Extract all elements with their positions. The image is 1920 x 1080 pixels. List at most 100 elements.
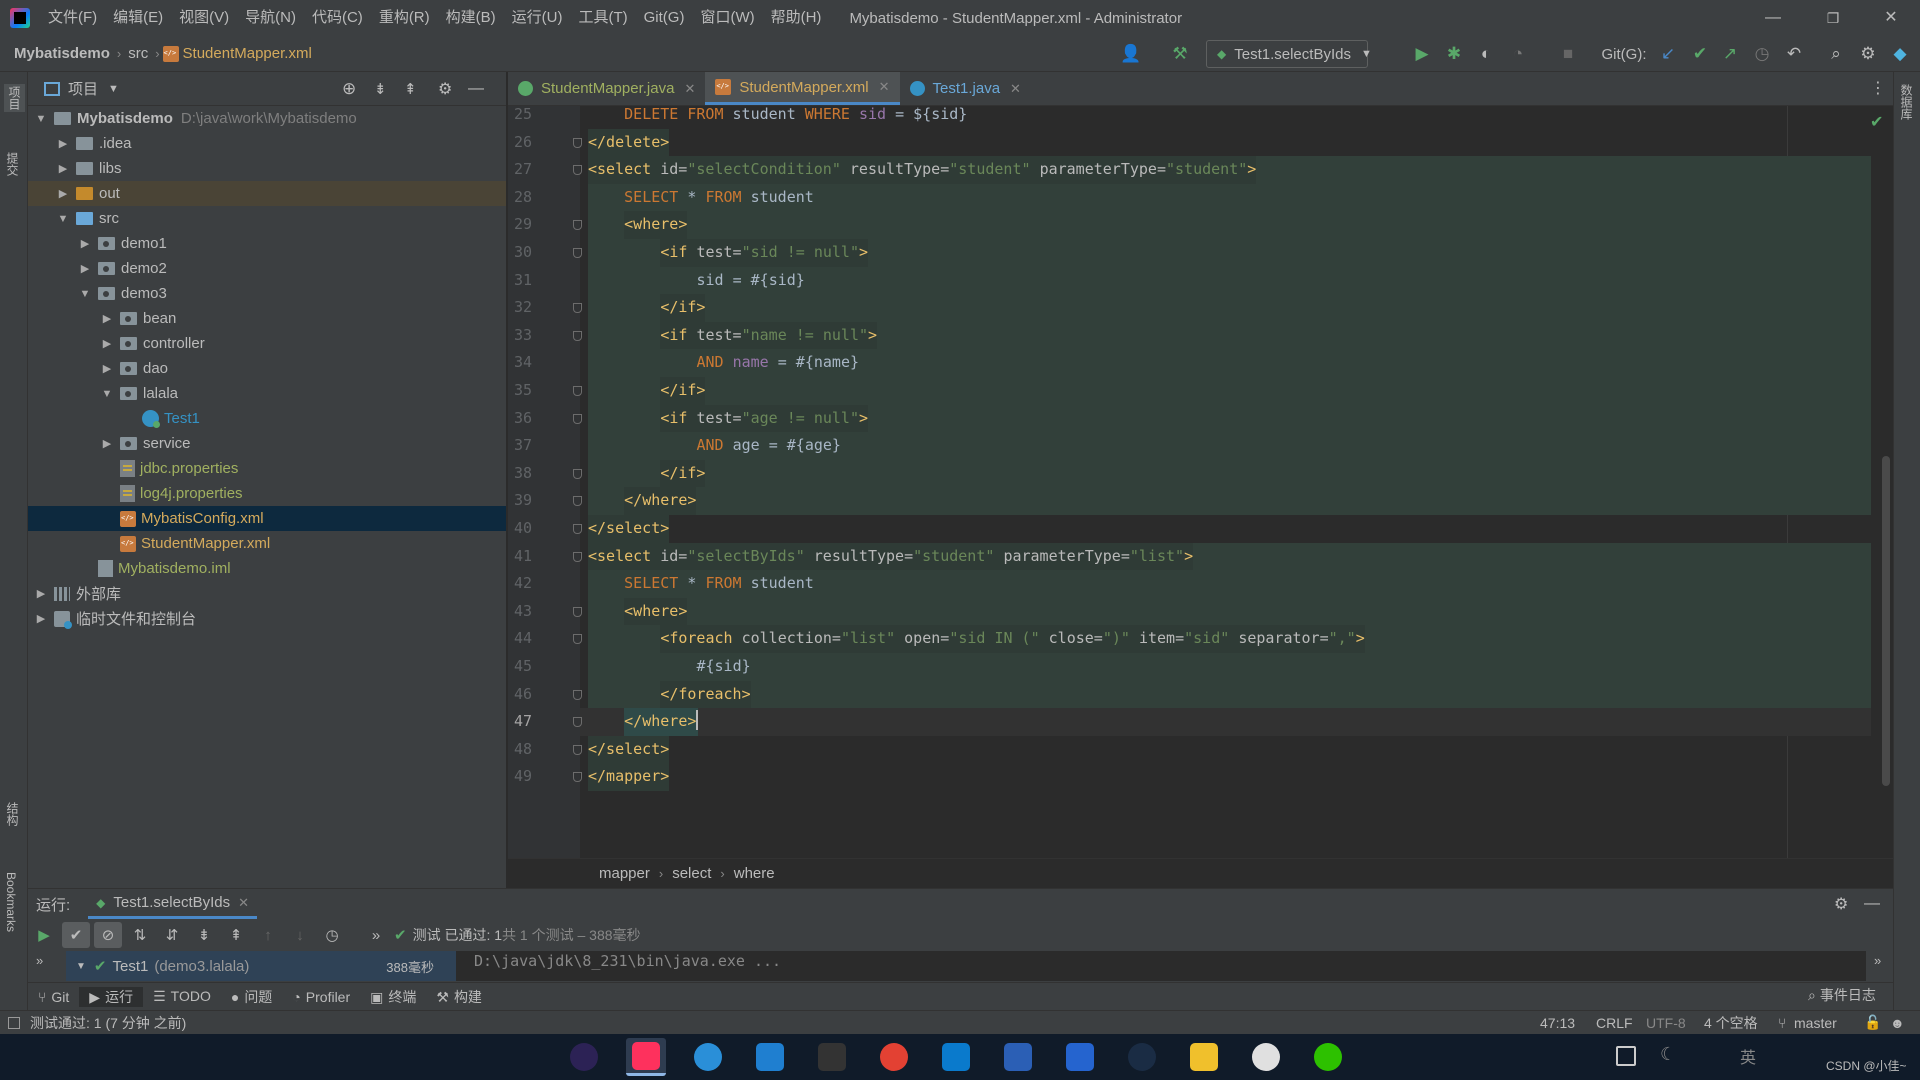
file-encoding[interactable]: UTF-8: [1646, 1015, 1686, 1031]
tool-tab[interactable]: ⑂ Git: [28, 989, 79, 1005]
user-icon[interactable]: 👤: [1116, 42, 1146, 66]
git-update-icon[interactable]: ↙: [1656, 42, 1680, 66]
intellij-icon[interactable]: [626, 1038, 666, 1076]
prev-test-icon[interactable]: ↑: [254, 922, 282, 948]
terminal-icon[interactable]: [812, 1038, 852, 1076]
code-line[interactable]: 28 SELECT * FROM student: [508, 183, 1893, 212]
menu-item-5[interactable]: 重构(R): [371, 0, 438, 36]
run-settings-icon[interactable]: ⚙: [1834, 894, 1848, 914]
code-line[interactable]: 26 </delete>: [508, 128, 1893, 157]
code-line[interactable]: 43 <where>: [508, 597, 1893, 626]
fold-marker-icon[interactable]: [573, 496, 582, 507]
code-line[interactable]: 37 AND age = #{age}: [508, 432, 1893, 460]
profile-icon[interactable]: ◔: [1506, 42, 1530, 66]
ime-icon[interactable]: 英: [1740, 1044, 1756, 1068]
menu-item-0[interactable]: 文件(F): [40, 0, 105, 36]
fold-marker-icon[interactable]: [573, 303, 582, 314]
steam-icon[interactable]: [1122, 1038, 1162, 1076]
code-line[interactable]: 45 #{sid}: [508, 653, 1893, 681]
close-tab-icon[interactable]: ✕: [879, 79, 890, 95]
git-commit-icon[interactable]: ✔: [1688, 42, 1712, 66]
fold-marker-icon[interactable]: [573, 689, 582, 700]
tree-item[interactable]: ▶ demo2: [28, 256, 506, 281]
chevron-right-icon[interactable]: ▶: [100, 362, 114, 375]
git-branch[interactable]: master: [1794, 1015, 1837, 1031]
code-line[interactable]: 47 </where>: [508, 708, 1893, 736]
sort-duration-icon[interactable]: ⇵: [158, 922, 186, 948]
history-icon[interactable]: ◷: [1750, 42, 1774, 66]
search-icon[interactable]: ⌕: [1824, 42, 1848, 66]
code-line[interactable]: 48 </select>: [508, 735, 1893, 764]
menu-item-4[interactable]: 代码(C): [304, 0, 371, 36]
run-config-selector[interactable]: ◆ Test1.selectByIds ▼: [1206, 40, 1372, 68]
tool-tab[interactable]: ◔ Profiler: [282, 989, 360, 1005]
tree-item[interactable]: ▶ demo1: [28, 231, 506, 256]
hide-panel-icon[interactable]: —: [468, 80, 484, 98]
tree-item[interactable]: Mybatisdemo.iml: [28, 556, 506, 581]
code-line[interactable]: 27 <select id="selectCondition" resultTyp…: [508, 156, 1893, 184]
code-line[interactable]: 41 <select id="selectByIds" resultType="s…: [508, 542, 1893, 571]
test-tree-item[interactable]: ▼ ✔ Test1 (demo3.lalala) 388毫秒: [66, 951, 456, 981]
chevron-right-icon[interactable]: ▶: [100, 437, 114, 450]
chevron-down-icon[interactable]: ▼: [108, 83, 119, 95]
breadcrumb-where[interactable]: where: [728, 865, 781, 882]
expand-right-icon[interactable]: »: [1874, 953, 1881, 968]
fold-marker-icon[interactable]: [573, 137, 582, 148]
code-line[interactable]: 46 </foreach>: [508, 680, 1893, 709]
file-explorer-icon[interactable]: [1184, 1038, 1224, 1076]
fold-marker-icon[interactable]: [573, 717, 582, 728]
panda-icon[interactable]: [1246, 1038, 1286, 1076]
collapse-all-icon[interactable]: ⇞: [404, 80, 417, 98]
run-tab[interactable]: ◆ Test1.selectByIds ✕: [88, 889, 258, 919]
window-app-icon[interactable]: [750, 1038, 790, 1076]
code-line[interactable]: 42 SELECT * FROM student: [508, 570, 1893, 598]
menu-item-6[interactable]: 构建(B): [438, 0, 504, 36]
code-line[interactable]: 49 </mapper>: [508, 763, 1893, 791]
code-editor[interactable]: 25 DELETE FROM student WHERE sid = ${sid}…: [508, 106, 1893, 858]
debug-icon[interactable]: ✱: [1442, 42, 1466, 66]
locate-icon[interactable]: ⊕: [342, 79, 356, 99]
task-view-icon[interactable]: [1616, 1046, 1636, 1066]
menu-item-3[interactable]: 导航(N): [237, 0, 304, 36]
code-line[interactable]: 40 </select>: [508, 515, 1893, 543]
tool-tab[interactable]: ▣ 终端: [360, 987, 426, 1007]
close-tab-icon[interactable]: ✕: [1010, 81, 1021, 97]
fold-marker-icon[interactable]: [573, 386, 582, 396]
code-line[interactable]: 29 <where>: [508, 211, 1893, 239]
run-icon[interactable]: ▶: [1410, 42, 1434, 66]
todo-icon[interactable]: [1060, 1038, 1100, 1076]
tree-item[interactable]: ▶ 外部库: [28, 581, 506, 606]
event-log-button[interactable]: ⌕ 事件日志: [1808, 985, 1876, 1005]
fold-marker-icon[interactable]: [573, 634, 582, 645]
tree-item[interactable]: log4j.properties: [28, 481, 506, 506]
tree-item[interactable]: ▼ src: [28, 206, 506, 231]
code-line[interactable]: 34 AND name = #{name}: [508, 349, 1893, 377]
tree-item[interactable]: ▶ controller: [28, 331, 506, 356]
expand-all-icon[interactable]: ⇟: [374, 80, 387, 98]
coverage-icon[interactable]: ◐: [1474, 42, 1498, 66]
fold-marker-icon[interactable]: [573, 413, 582, 424]
close-window-button[interactable]: ✕: [1868, 0, 1914, 36]
editor-tab[interactable]: Test1.java ✕: [900, 72, 1031, 105]
visio-icon[interactable]: [998, 1038, 1038, 1076]
chevron-down-icon[interactable]: ▼: [34, 113, 48, 125]
fold-marker-icon[interactable]: [573, 551, 582, 562]
tray-moon-icon[interactable]: ☾: [1660, 1044, 1676, 1065]
menu-item-10[interactable]: 窗口(W): [692, 0, 762, 36]
restore-button[interactable]: ❐: [1810, 0, 1856, 36]
test-history-icon[interactable]: ◷: [318, 922, 346, 948]
fold-marker-icon[interactable]: [573, 524, 582, 534]
commit-tool-button[interactable]: 提交: [4, 152, 21, 176]
menu-item-8[interactable]: 工具(T): [570, 0, 635, 36]
fold-marker-icon[interactable]: [573, 330, 582, 341]
stop-icon[interactable]: ■: [1556, 42, 1580, 66]
tree-item[interactable]: MybatisConfig.xml: [28, 506, 506, 531]
more-icon[interactable]: »: [362, 922, 390, 948]
console-output[interactable]: D:\java\jdk\8_231\bin\java.exe ...: [456, 951, 1866, 981]
menu-item-2[interactable]: 视图(V): [171, 0, 237, 36]
editor-tab[interactable]: StudentMapper.java ✕: [508, 72, 705, 105]
code-line[interactable]: 38 </if>: [508, 459, 1893, 488]
menu-item-7[interactable]: 运行(U): [504, 0, 571, 36]
chevron-right-icon[interactable]: ▶: [78, 237, 92, 250]
code-line[interactable]: 32 </if>: [508, 294, 1893, 322]
